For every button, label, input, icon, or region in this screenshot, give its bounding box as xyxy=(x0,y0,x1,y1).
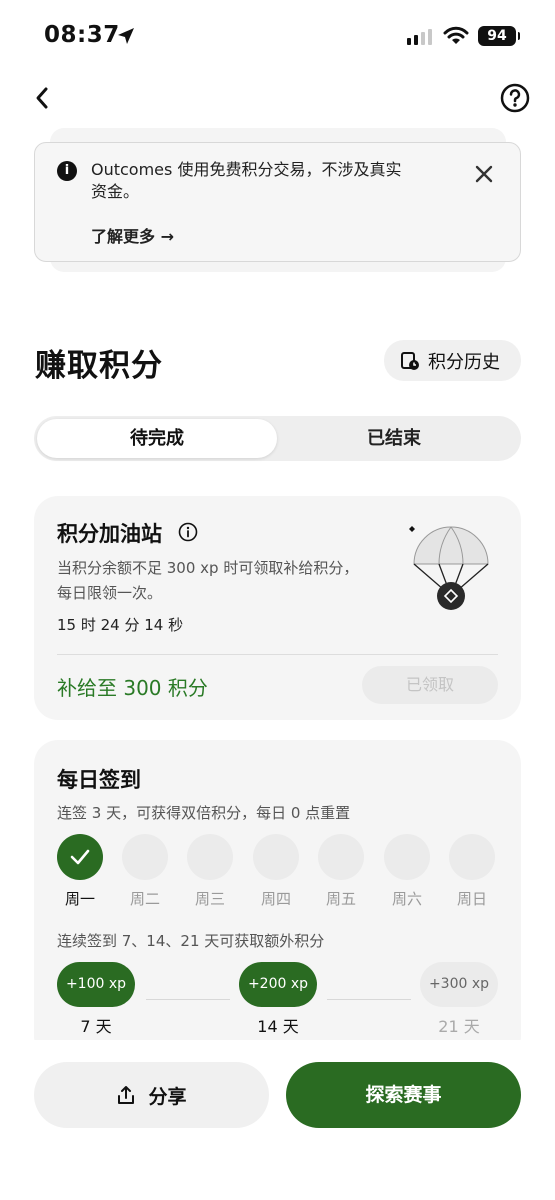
info-icon: i xyxy=(57,161,77,181)
day-label: 周日 xyxy=(456,890,487,908)
checkin-title: 每日签到 xyxy=(57,768,141,792)
checkin-description: 连签 3 天，可获得双倍积分，每日 0 点重置 xyxy=(57,804,351,822)
help-icon[interactable] xyxy=(499,82,531,114)
day-friday: 周五 xyxy=(318,834,364,909)
day-tuesday: 周二 xyxy=(122,834,168,909)
milestone-reward: +300 xp xyxy=(420,962,498,1007)
day-circle xyxy=(449,834,495,880)
day-label: 周三 xyxy=(194,890,225,908)
day-circle xyxy=(384,834,430,880)
day-circle xyxy=(318,834,364,880)
bonus-description: 连续签到 7、14、21 天可获取额外积分 xyxy=(57,932,325,950)
day-thursday: 周四 xyxy=(253,834,299,909)
parachute-icon xyxy=(409,526,489,610)
learn-more-link[interactable]: 了解更多 → xyxy=(91,223,174,247)
page-title: 赚取积分 xyxy=(35,348,163,384)
milestone-day: 14 天 xyxy=(257,1017,299,1036)
tab-ended[interactable]: 已结束 xyxy=(274,419,514,458)
explore-events-button[interactable]: 探索赛事 xyxy=(286,1062,521,1128)
info-outline-icon[interactable] xyxy=(178,522,198,542)
refill-text: 补给至 300 积分 xyxy=(57,676,208,700)
back-chevron-icon xyxy=(36,87,48,109)
day-sunday: 周日 xyxy=(449,834,495,909)
tab-pending[interactable]: 待完成 xyxy=(37,419,277,458)
refuel-description: 当积分余额不足 300 xp 时可领取补给积分，每日限领一次。 xyxy=(57,559,359,602)
daily-checkin-card: 每日签到 连签 3 天，可获得双倍积分，每日 0 点重置 周一 周二 周三 周四… xyxy=(34,740,521,1060)
share-button[interactable]: 分享 xyxy=(34,1062,269,1128)
day-monday: 周一 xyxy=(57,834,103,909)
checkmark-icon xyxy=(70,849,90,865)
signal-icon xyxy=(407,29,432,45)
info-banner: i Outcomes 使用免费积分交易，不涉及真实资金。 了解更多 → xyxy=(34,142,521,262)
history-label: 积分历史 xyxy=(428,351,500,373)
day-label: 周一 xyxy=(64,890,95,908)
day-circle xyxy=(57,834,103,880)
refuel-countdown: 15 时 24 分 14 秒 xyxy=(57,616,184,634)
battery-icon: 94 xyxy=(478,26,520,46)
milestone-21: +300 xp 21 天 xyxy=(420,962,498,1037)
points-history-button[interactable]: 积分历史 xyxy=(384,340,521,381)
share-label: 分享 xyxy=(148,1085,187,1108)
day-circle xyxy=(187,834,233,880)
milestone-reward: +200 xp xyxy=(239,962,317,1007)
day-circle xyxy=(253,834,299,880)
milestone-reward: +100 xp xyxy=(57,962,135,1007)
milestone-connector xyxy=(327,999,411,1000)
checkin-days: 周一 周二 周三 周四 周五 周六 周日 xyxy=(57,834,507,908)
claimed-button[interactable]: 已领取 xyxy=(362,666,498,704)
milestone-day: 7 天 xyxy=(80,1017,112,1036)
refuel-card: 积分加油站 当积分余额不足 300 xp 时可领取补给积分，每日限领一次。 15… xyxy=(34,496,521,720)
banner-text: Outcomes 使用免费积分交易，不涉及真实资金。 xyxy=(91,160,402,201)
day-saturday: 周六 xyxy=(384,834,430,909)
location-arrow-icon xyxy=(118,28,134,44)
refuel-title: 积分加油站 xyxy=(57,522,162,546)
history-icon xyxy=(401,351,419,370)
divider xyxy=(57,654,498,655)
milestone-7: +100 xp 7 天 xyxy=(57,962,135,1037)
day-label: 周六 xyxy=(391,890,422,908)
day-wednesday: 周三 xyxy=(187,834,233,909)
status-time: 08:37 xyxy=(44,22,120,48)
tab-bar: 待完成 已结束 xyxy=(34,416,521,461)
share-icon xyxy=(118,1086,135,1104)
day-label: 周五 xyxy=(325,890,356,908)
day-label: 周二 xyxy=(129,890,160,908)
milestone-connector xyxy=(146,999,230,1000)
close-icon[interactable] xyxy=(473,163,495,185)
day-label: 周四 xyxy=(260,890,291,908)
milestone-day: 21 天 xyxy=(438,1017,480,1036)
wifi-icon xyxy=(443,26,469,44)
day-circle xyxy=(122,834,168,880)
status-bar: 08:37 94 xyxy=(0,0,555,72)
milestone-14: +200 xp 14 天 xyxy=(239,962,317,1037)
back-button[interactable] xyxy=(26,82,58,114)
